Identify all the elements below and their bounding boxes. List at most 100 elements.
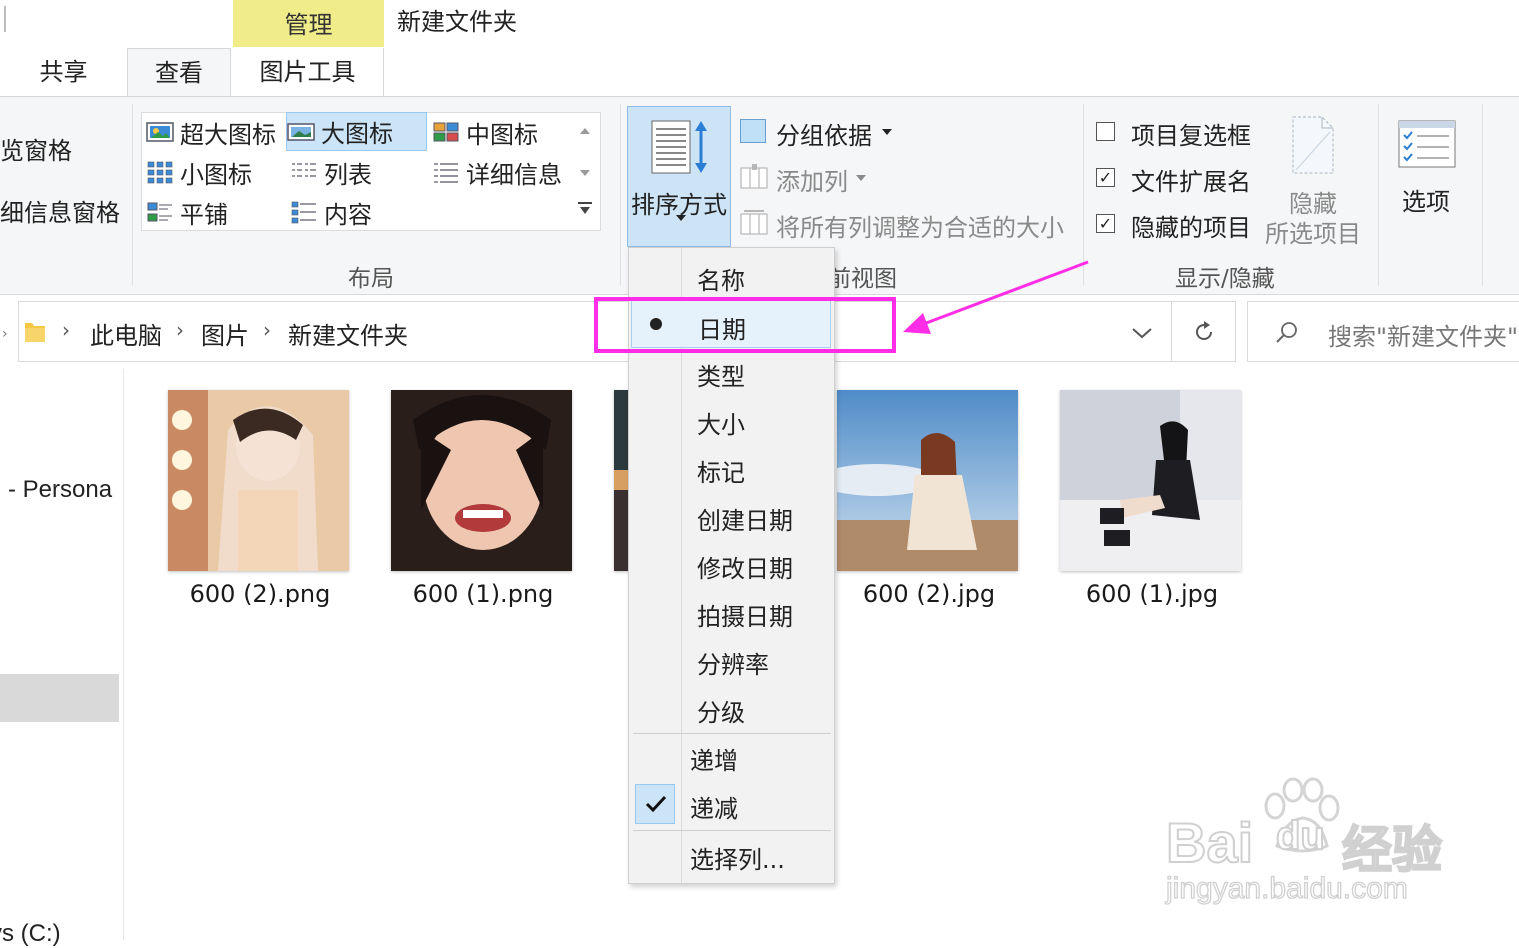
layout-label: 大图标 bbox=[321, 120, 393, 148]
small-icons-icon bbox=[147, 161, 173, 184]
folder-icon bbox=[25, 323, 45, 342]
layout-label: 详细信息 bbox=[466, 160, 562, 189]
nav-arrow-icon[interactable]: › bbox=[2, 326, 8, 342]
large-icons-icon bbox=[287, 122, 315, 141]
menu-label: 递减 bbox=[690, 795, 738, 823]
scroll-up-icon[interactable] bbox=[580, 128, 590, 134]
breadcrumb-chevron-icon[interactable]: › bbox=[263, 318, 271, 342]
file-item[interactable] bbox=[1060, 390, 1241, 571]
check-mark-icon bbox=[645, 795, 667, 813]
layout-tiles[interactable]: 平铺 bbox=[146, 194, 284, 230]
nav-item-personal[interactable]: - Persona bbox=[8, 476, 112, 504]
hidden-items-label: 隐藏的项目 bbox=[1131, 214, 1251, 242]
sort-ascending[interactable]: 递增 bbox=[629, 732, 834, 780]
breadcrumb-new-folder[interactable]: 新建文件夹 bbox=[288, 316, 408, 351]
group-by-icon bbox=[740, 119, 766, 143]
layout-label: 内容 bbox=[324, 200, 372, 229]
options-button[interactable]: 选项 bbox=[1388, 112, 1468, 222]
layout-small-icons[interactable]: 小图标 bbox=[146, 154, 284, 190]
sort-option-type[interactable]: 类型 bbox=[629, 348, 834, 396]
annotation-highlight-box bbox=[594, 297, 896, 353]
menu-label: 选择列... bbox=[690, 846, 785, 874]
group-divider bbox=[620, 104, 621, 286]
sort-option-date-modified[interactable]: 修改日期 bbox=[629, 540, 834, 588]
layout-label: 平铺 bbox=[180, 200, 228, 229]
preview-pane-button[interactable]: 览窗格 bbox=[0, 131, 72, 166]
sort-option-resolution[interactable]: 分辨率 bbox=[629, 636, 834, 684]
sort-dropdown-icon bbox=[676, 215, 686, 221]
breadcrumb-chevron-icon[interactable]: › bbox=[62, 318, 70, 342]
context-tab-manage[interactable]: 管理 bbox=[233, 0, 384, 47]
group-divider bbox=[1482, 104, 1483, 286]
add-columns-label: 添加列 bbox=[776, 168, 848, 196]
item-checkboxes-option[interactable]: 项目复选框 bbox=[1096, 116, 1266, 150]
add-columns-button[interactable]: 添加列 bbox=[740, 162, 1032, 196]
group-by-label: 分组依据 bbox=[776, 122, 872, 150]
sort-option-date-created[interactable]: 创建日期 bbox=[629, 492, 834, 540]
sort-option-date-taken[interactable]: 拍摄日期 bbox=[629, 588, 834, 636]
refresh-button[interactable] bbox=[1172, 301, 1236, 362]
medium-icons-icon bbox=[433, 122, 459, 142]
history-dropdown-icon[interactable] bbox=[1131, 326, 1153, 340]
tab-picture-tools[interactable]: 图片工具 bbox=[232, 48, 384, 97]
gallery-scrollbar[interactable] bbox=[572, 114, 598, 228]
sort-option-tags[interactable]: 标记 bbox=[629, 444, 834, 492]
menu-label: 分级 bbox=[697, 699, 745, 727]
layout-label: 小图标 bbox=[180, 160, 252, 189]
group-by-dropdown-icon bbox=[882, 129, 892, 135]
group-by-button[interactable]: 分组依据 bbox=[740, 116, 1032, 150]
layout-content[interactable]: 内容 bbox=[290, 194, 428, 230]
nav-item-selected[interactable] bbox=[0, 674, 119, 722]
group-divider bbox=[132, 104, 133, 286]
watermark-bai: Bai bbox=[1165, 810, 1254, 875]
layout-large-icons[interactable]: 大图标 bbox=[286, 112, 427, 151]
file-item[interactable] bbox=[168, 390, 349, 571]
content-icon bbox=[291, 201, 316, 224]
tiles-icon bbox=[147, 202, 172, 222]
file-item[interactable] bbox=[391, 390, 572, 571]
sort-option-size[interactable]: 大小 bbox=[629, 396, 834, 444]
menu-label: 分辨率 bbox=[697, 651, 769, 679]
hide-selected-items-button[interactable]: 隐藏 所选项目 bbox=[1264, 112, 1364, 248]
item-checkboxes-checkbox[interactable] bbox=[1096, 122, 1115, 141]
layout-extra-large-icons[interactable]: 超大图标 bbox=[146, 114, 284, 150]
hidden-items-checkbox[interactable]: ✓ bbox=[1096, 214, 1115, 233]
size-all-columns-button[interactable]: 将所有列调整为合适的大小 bbox=[740, 208, 1070, 242]
hide-selected-line2: 所选项目 bbox=[1265, 220, 1361, 248]
watermark-du: du bbox=[1275, 813, 1326, 859]
file-name[interactable]: 600 (2).jpg bbox=[819, 580, 1039, 608]
search-box[interactable]: 搜索"新建文件夹" bbox=[1247, 301, 1519, 362]
choose-columns[interactable]: 选择列... bbox=[629, 831, 834, 879]
options-icon bbox=[1398, 120, 1456, 168]
tab-share[interactable]: 共享 bbox=[0, 48, 127, 97]
file-item[interactable] bbox=[837, 390, 1018, 571]
gallery-expand-icon[interactable] bbox=[580, 207, 590, 214]
layout-list[interactable]: 列表 bbox=[290, 154, 428, 190]
file-thumbnail bbox=[168, 390, 349, 571]
nav-item-drive-c[interactable]: vs (C:) bbox=[0, 920, 61, 948]
breadcrumb-chevron-icon[interactable]: › bbox=[176, 318, 184, 342]
layout-label: 中图标 bbox=[466, 120, 538, 149]
sort-option-rating[interactable]: 分级 bbox=[629, 684, 834, 732]
sort-by-button[interactable]: 排序方式 bbox=[627, 106, 731, 247]
file-extensions-checkbox[interactable]: ✓ bbox=[1096, 168, 1115, 187]
add-columns-dropdown-icon bbox=[856, 175, 866, 181]
breadcrumb-this-pc[interactable]: 此电脑 bbox=[90, 316, 162, 351]
file-name[interactable]: 600 (2).png bbox=[150, 580, 370, 608]
file-name[interactable]: 600 (1).png bbox=[373, 580, 593, 608]
file-name[interactable]: 600 (1).jpg bbox=[1042, 580, 1262, 608]
sort-descending[interactable]: 递减 bbox=[629, 780, 834, 828]
details-pane-button[interactable]: 细信息窗格 bbox=[0, 193, 120, 228]
hidden-items-option[interactable]: ✓ 隐藏的项目 bbox=[1096, 208, 1266, 242]
menu-label: 拍摄日期 bbox=[697, 603, 793, 631]
layout-details[interactable]: 详细信息 bbox=[432, 154, 572, 190]
menu-label: 名称 bbox=[697, 267, 745, 295]
scroll-down-icon[interactable] bbox=[580, 170, 590, 176]
layout-medium-icons[interactable]: 中图标 bbox=[432, 114, 572, 150]
navigation-pane bbox=[0, 369, 124, 940]
menu-label: 递增 bbox=[690, 747, 738, 775]
tab-view[interactable]: 查看 bbox=[127, 48, 231, 98]
sort-option-name[interactable]: 名称 bbox=[629, 252, 834, 300]
breadcrumb-pictures[interactable]: 图片 bbox=[201, 316, 249, 351]
file-extensions-option[interactable]: ✓ 文件扩展名 bbox=[1096, 162, 1266, 196]
